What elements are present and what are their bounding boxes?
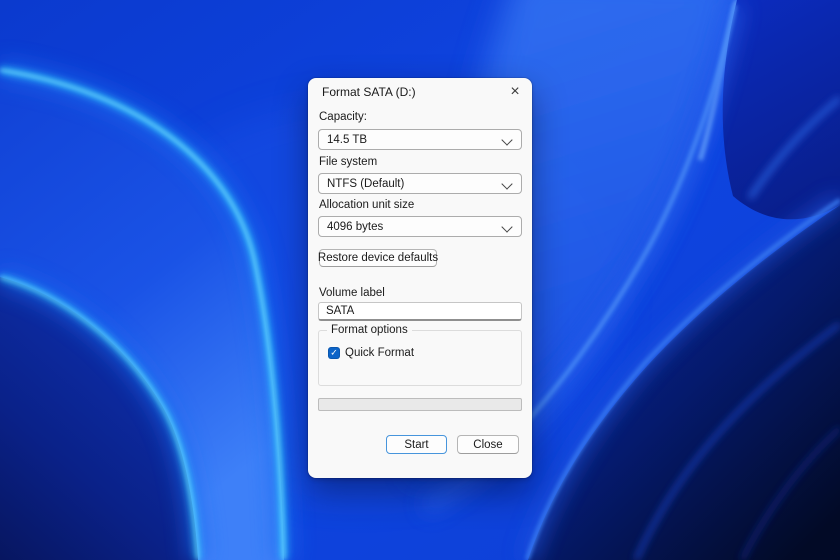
volume-label-input[interactable] (318, 302, 522, 321)
format-progress-bar (318, 398, 522, 411)
format-options-group: Format options ✓ Quick Format (318, 330, 522, 386)
volume-label-label: Volume label (319, 287, 385, 299)
allocation-unit-value: 4096 bytes (327, 221, 383, 233)
chevron-down-icon (501, 178, 512, 189)
capacity-value: 14.5 TB (327, 134, 367, 146)
checkmark-icon: ✓ (330, 348, 338, 357)
format-dialog: Format SATA (D:) × Capacity: 14.5 TB Fil… (308, 78, 532, 478)
file-system-dropdown[interactable]: NTFS (Default) (318, 173, 522, 194)
close-button[interactable]: × (505, 82, 525, 102)
close-dialog-button[interactable]: Close (457, 435, 519, 454)
format-options-legend: Format options (327, 324, 412, 336)
capacity-label: Capacity: (319, 111, 367, 123)
file-system-label: File system (319, 156, 377, 168)
start-button[interactable]: Start (386, 435, 447, 454)
quick-format-checkbox-row[interactable]: ✓ Quick Format (328, 347, 414, 359)
checkbox-checked-icon[interactable]: ✓ (328, 347, 340, 359)
quick-format-label: Quick Format (345, 347, 414, 359)
allocation-unit-label: Allocation unit size (319, 199, 414, 211)
close-icon: × (510, 84, 519, 100)
chevron-down-icon (501, 134, 512, 145)
dialog-title: Format SATA (D:) (322, 85, 416, 99)
capacity-dropdown[interactable]: 14.5 TB (318, 129, 522, 150)
restore-defaults-button[interactable]: Restore device defaults (319, 249, 437, 267)
allocation-unit-dropdown[interactable]: 4096 bytes (318, 216, 522, 237)
chevron-down-icon (501, 221, 512, 232)
file-system-value: NTFS (Default) (327, 178, 404, 190)
